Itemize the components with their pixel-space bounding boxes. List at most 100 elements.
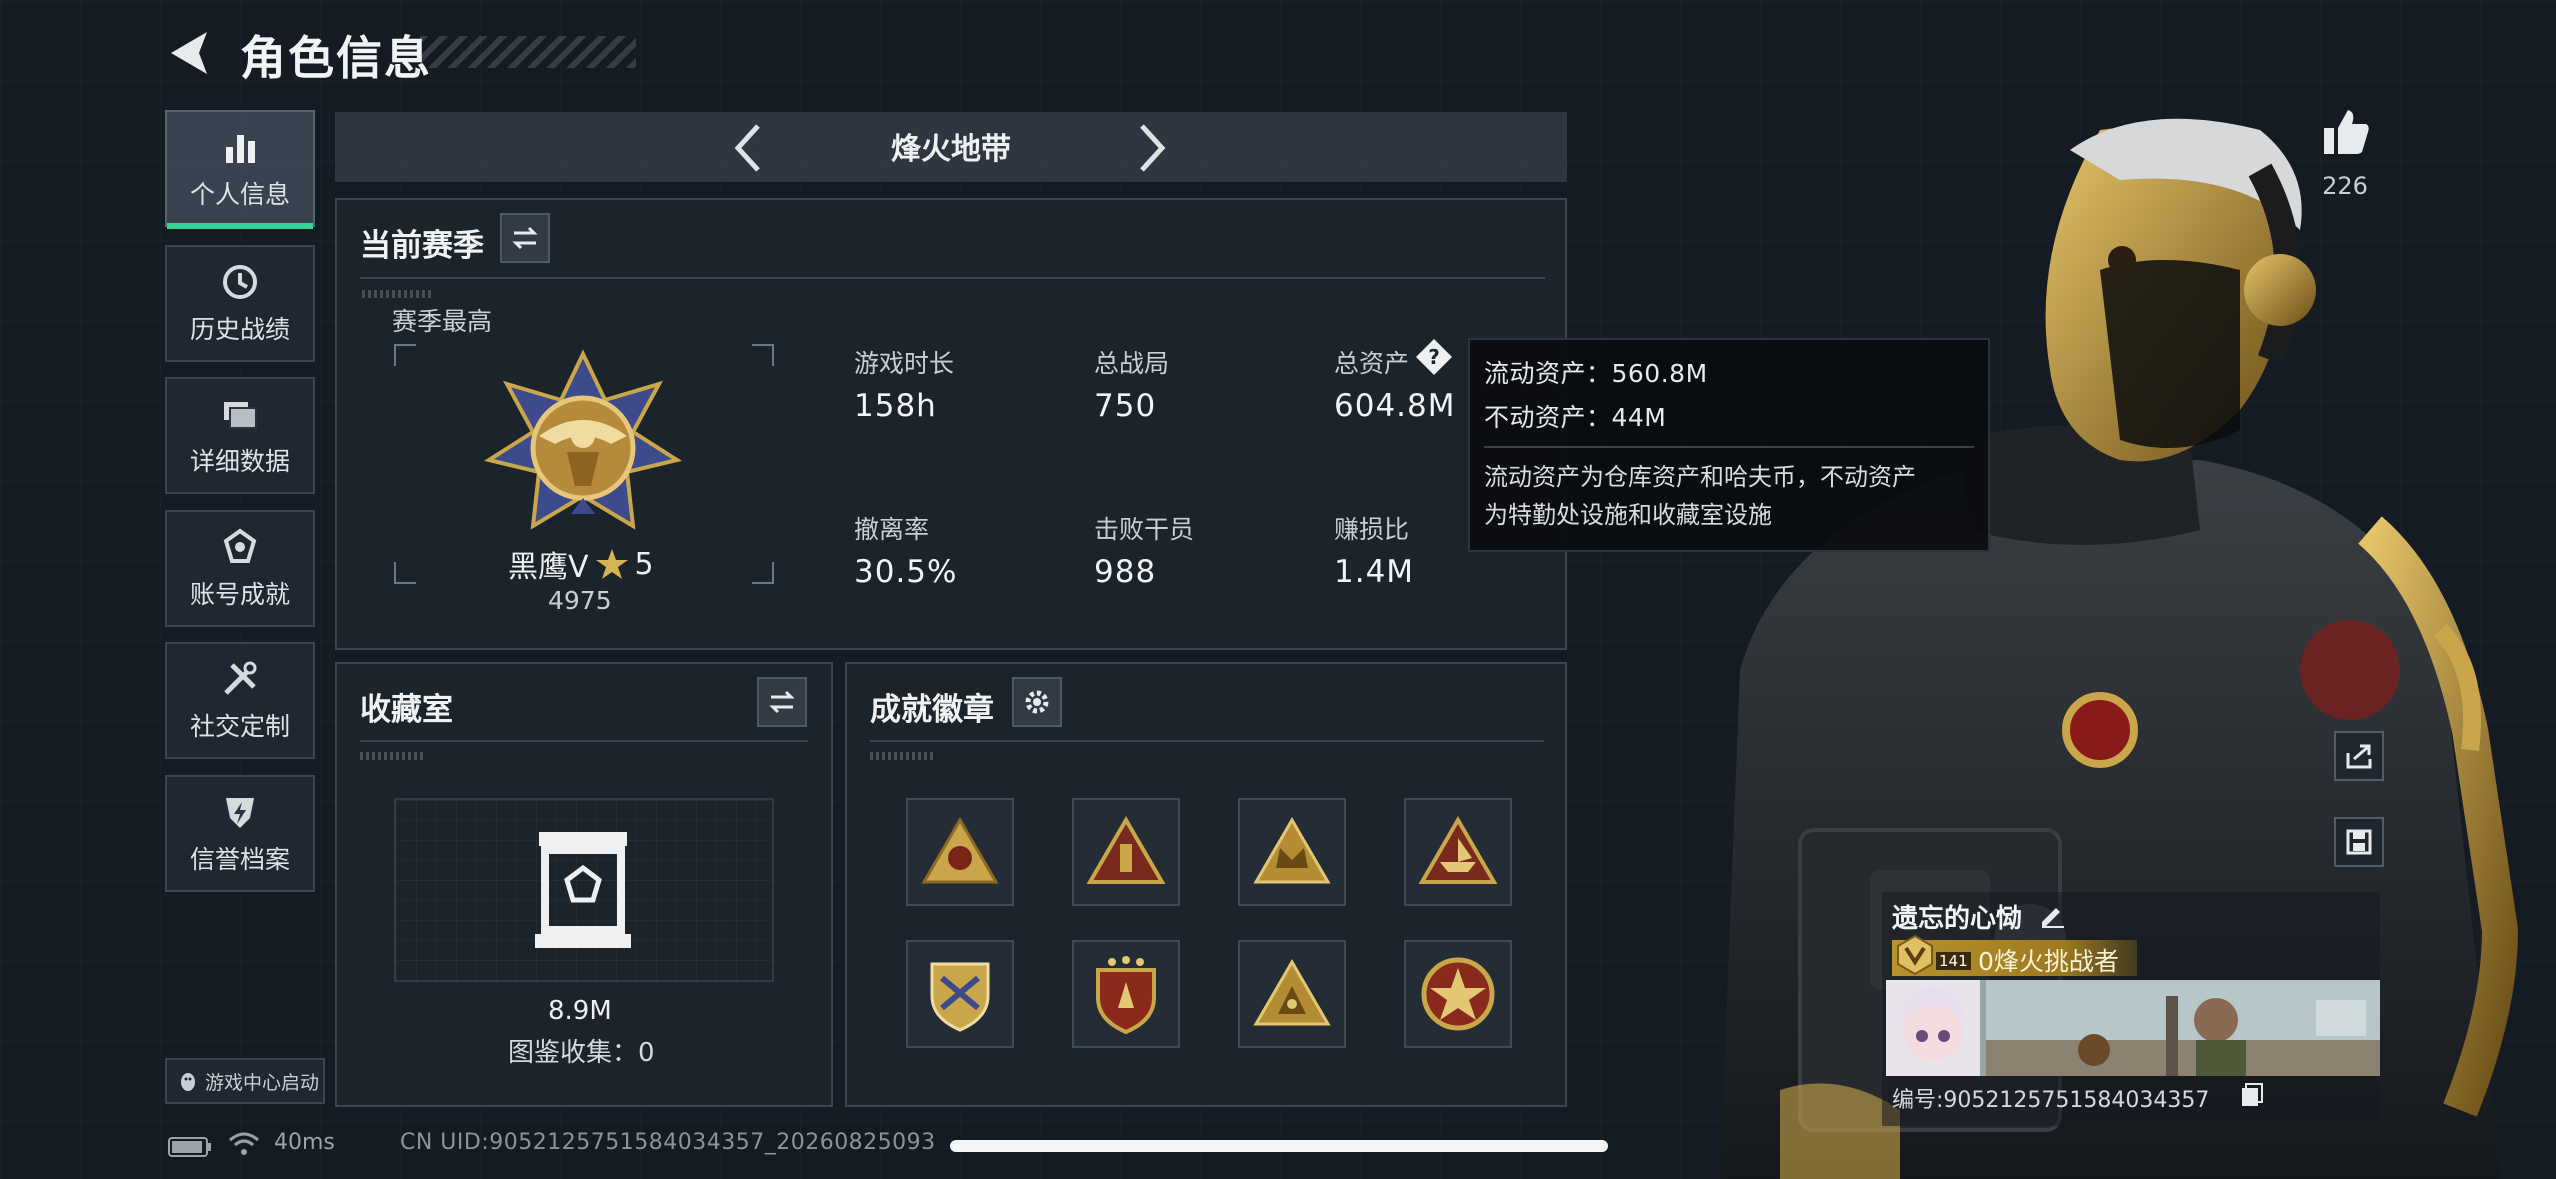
nav-label: 账号成就 xyxy=(189,579,290,609)
share-button[interactable] xyxy=(2334,731,2384,781)
stat-label-playtime: 游戏时长 xyxy=(854,349,955,378)
rank-emblem-icon xyxy=(483,349,683,530)
rank-name: 黑鹰V xyxy=(508,550,589,585)
nav-item-credit[interactable]: 信誉档案 xyxy=(165,775,315,892)
nav-item-social[interactable]: 社交定制 xyxy=(165,642,315,759)
rank-score: 4975 xyxy=(548,586,612,615)
game-center-label: 游戏中心启动 xyxy=(205,1071,320,1094)
back-arrow-icon[interactable] xyxy=(165,28,215,78)
badges-settings-button[interactable] xyxy=(1012,677,1062,727)
collection-catalog: 图鉴收集：0 xyxy=(508,1038,655,1068)
badge-round-star[interactable] xyxy=(1404,940,1512,1048)
folders-icon xyxy=(224,401,257,429)
badge-fist-triangle[interactable] xyxy=(906,798,1014,906)
tooltip-desc-line1: 流动资产为仓库资产和哈夫币，不动资产 xyxy=(1484,463,1916,491)
battery-icon xyxy=(168,1137,211,1157)
stat-label-kills: 击败干员 xyxy=(1094,515,1195,544)
season-best-label: 赛季最高 xyxy=(392,307,493,336)
mode-title: 烽火地带 xyxy=(891,132,1011,167)
like-count: 226 xyxy=(2322,172,2368,200)
rank-stars: 5 xyxy=(634,546,654,582)
badge-eye-icon xyxy=(1253,959,1331,1026)
tooltip-desc-line2: 为特勤处设施和收藏室设施 xyxy=(1484,501,1772,529)
badge-round-star-icon xyxy=(1421,957,1495,1031)
badge-boat-triangle[interactable] xyxy=(1404,798,1512,906)
collection-title: 收藏室 xyxy=(360,692,453,728)
copy-icon[interactable] xyxy=(2240,1082,2264,1108)
nav-label: 历史战绩 xyxy=(189,314,290,344)
wifi-icon xyxy=(229,1132,259,1155)
badge-crown-icon xyxy=(1253,817,1331,884)
stat-label-profit-ratio: 赚损比 xyxy=(1334,515,1410,544)
stat-label-matches: 总战局 xyxy=(1094,349,1170,378)
share-icon xyxy=(2346,744,2372,769)
help-question-icon[interactable]: ? xyxy=(1414,337,1454,377)
badge-eye-triangle[interactable] xyxy=(1238,940,1346,1048)
avatar[interactable] xyxy=(1886,980,1980,1076)
badges-divider xyxy=(870,740,1544,742)
frame-corner xyxy=(394,344,416,366)
stat-value-matches: 750 xyxy=(1094,388,1157,424)
stat-value-kills: 988 xyxy=(1094,554,1157,590)
micro-decoration xyxy=(870,752,934,760)
badge-fist-icon xyxy=(921,817,999,884)
chevron-right-icon[interactable] xyxy=(1132,118,1172,178)
micro-decoration xyxy=(360,752,424,760)
nav-label: 详细数据 xyxy=(189,446,290,476)
frame-corner xyxy=(752,344,774,366)
season-title: 当前赛季 xyxy=(360,228,484,264)
nav-item-history[interactable]: 历史战绩 xyxy=(165,245,315,362)
stat-label-total-assets: 总资产 xyxy=(1334,349,1410,378)
save-icon xyxy=(2346,829,2372,855)
nav-label: 个人信息 xyxy=(189,179,290,209)
badge-bottle-icon xyxy=(1086,816,1166,884)
stat-value-profit-ratio: 1.4M xyxy=(1334,554,1415,590)
badges-title: 成就徽章 xyxy=(870,692,994,728)
badge-bottle-triangle[interactable] xyxy=(1072,798,1180,906)
collection-divider xyxy=(360,740,808,742)
profile-name: 遗忘的心恸 xyxy=(1892,904,2023,934)
profile-rank-title: 0烽火挑战者 xyxy=(1978,947,2119,976)
swap-icon xyxy=(512,226,538,250)
swap-icon xyxy=(769,690,795,714)
nav-item-personal-info[interactable]: 个人信息 xyxy=(165,110,315,229)
bar-chart-icon xyxy=(226,134,255,163)
stat-label-extract-rate: 撤离率 xyxy=(854,515,930,544)
tooltip-fixed-assets: 不动资产：44M xyxy=(1484,403,1667,432)
star-icon xyxy=(595,549,628,579)
svg-text:?: ? xyxy=(1428,345,1440,369)
edit-pencil-icon[interactable] xyxy=(2038,900,2066,928)
level-badge-icon xyxy=(1897,934,1933,976)
collection-switch-button[interactable] xyxy=(757,677,807,727)
nav-label: 社交定制 xyxy=(189,711,290,741)
level-number: 141 xyxy=(1936,952,1971,970)
badge-crown-triangle[interactable] xyxy=(1238,798,1346,906)
badge-shield-stars[interactable] xyxy=(1072,940,1180,1048)
collection-value: 8.9M xyxy=(548,996,612,1026)
tooltip-divider xyxy=(1484,446,1974,448)
stat-value-total-assets: 604.8M xyxy=(1334,388,1456,424)
home-indicator[interactable] xyxy=(950,1140,1608,1152)
game-center-button[interactable]: 游戏中心启动 xyxy=(165,1058,325,1104)
thumbs-up-icon[interactable] xyxy=(2318,104,2374,160)
season-switch-button[interactable] xyxy=(500,213,550,263)
assets-tooltip: 流动资产：560.8M 不动资产：44M 流动资产为仓库资产和哈夫币，不动资产 … xyxy=(1468,338,1990,552)
rank-row: 黑鹰V 5 xyxy=(508,542,654,586)
badge-stars-icon xyxy=(1096,956,1156,1035)
gear-icon xyxy=(1025,690,1049,714)
page-title: 角色信息 xyxy=(240,31,432,85)
nav-label: 信誉档案 xyxy=(189,844,290,874)
title-decoration xyxy=(420,36,636,68)
save-button[interactable] xyxy=(2334,817,2384,867)
nav-item-detail-data[interactable]: 详细数据 xyxy=(165,377,315,494)
frame-corner xyxy=(394,562,416,584)
badge-shield-gold[interactable] xyxy=(906,940,1014,1048)
display-case-icon xyxy=(535,832,631,948)
history-clock-icon xyxy=(223,264,257,299)
stat-value-extract-rate: 30.5% xyxy=(854,554,958,590)
badge-shield-icon xyxy=(930,962,990,1032)
badge-boat-icon xyxy=(1418,816,1498,884)
ping-value: 40ms xyxy=(274,1130,335,1155)
nav-item-achievements[interactable]: 账号成就 xyxy=(165,510,315,627)
profile-id: 编号:9052125751584034357 xyxy=(1892,1088,2210,1113)
